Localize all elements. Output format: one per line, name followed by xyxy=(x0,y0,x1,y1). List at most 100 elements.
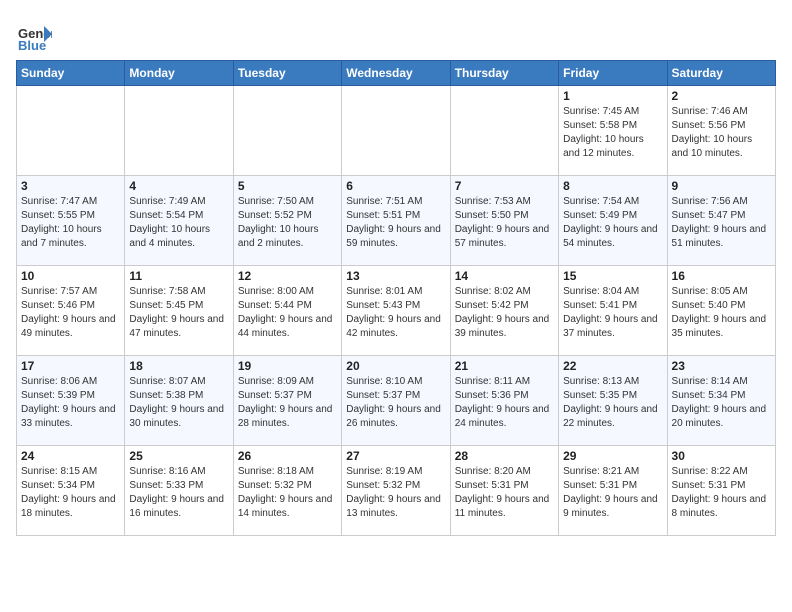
weekday-header: Thursday xyxy=(450,61,558,86)
calendar-cell: 26 Sunrise: 8:18 AM Sunset: 5:32 PM Dayli… xyxy=(233,446,341,536)
calendar-cell xyxy=(233,86,341,176)
calendar-cell: 10 Sunrise: 7:57 AM Sunset: 5:46 PM Dayli… xyxy=(17,266,125,356)
calendar-cell: 24 Sunrise: 8:15 AM Sunset: 5:34 PM Dayli… xyxy=(17,446,125,536)
weekday-header: Tuesday xyxy=(233,61,341,86)
calendar-cell: 23 Sunrise: 8:14 AM Sunset: 5:34 PM Dayli… xyxy=(667,356,775,446)
calendar-cell: 27 Sunrise: 8:19 AM Sunset: 5:32 PM Dayli… xyxy=(342,446,450,536)
calendar-cell xyxy=(17,86,125,176)
day-info: Sunrise: 8:20 AM Sunset: 5:31 PM Dayligh… xyxy=(455,465,554,521)
day-number: 19 xyxy=(238,359,337,373)
calendar-week-row: 17 Sunrise: 8:06 AM Sunset: 5:39 PM Dayli… xyxy=(17,356,776,446)
calendar-week-row: 24 Sunrise: 8:15 AM Sunset: 5:34 PM Dayli… xyxy=(17,446,776,536)
calendar-cell: 17 Sunrise: 8:06 AM Sunset: 5:39 PM Dayli… xyxy=(17,356,125,446)
day-number: 26 xyxy=(238,449,337,463)
day-number: 10 xyxy=(21,269,120,283)
day-info: Sunrise: 8:02 AM Sunset: 5:42 PM Dayligh… xyxy=(455,285,554,341)
day-number: 15 xyxy=(563,269,662,283)
calendar-cell xyxy=(125,86,233,176)
day-number: 4 xyxy=(129,179,228,193)
calendar-cell: 2Sunrise: 7:46 AM Sunset: 5:56 PM Daylig… xyxy=(667,86,775,176)
day-info: Sunrise: 8:04 AM Sunset: 5:41 PM Dayligh… xyxy=(563,285,662,341)
calendar-cell: 18Sunrise: 8:07 AM Sunset: 5:38 PM Dayli… xyxy=(125,356,233,446)
calendar-cell: 15 Sunrise: 8:04 AM Sunset: 5:41 PM Dayli… xyxy=(559,266,667,356)
weekday-header: Wednesday xyxy=(342,61,450,86)
day-number: 29 xyxy=(563,449,662,463)
calendar-table: SundayMondayTuesdayWednesdayThursdayFrid… xyxy=(16,60,776,536)
day-info: Sunrise: 7:50 AM Sunset: 5:52 PM Dayligh… xyxy=(238,195,337,251)
day-info: Sunrise: 8:15 AM Sunset: 5:34 PM Dayligh… xyxy=(21,465,120,521)
day-info: Sunrise: 7:54 AM Sunset: 5:49 PM Dayligh… xyxy=(563,195,662,251)
calendar-cell: 28 Sunrise: 8:20 AM Sunset: 5:31 PM Dayli… xyxy=(450,446,558,536)
weekday-header: Saturday xyxy=(667,61,775,86)
day-info: Sunrise: 8:05 AM Sunset: 5:40 PM Dayligh… xyxy=(672,285,771,341)
day-number: 30 xyxy=(672,449,771,463)
day-number: 18 xyxy=(129,359,228,373)
day-number: 24 xyxy=(21,449,120,463)
day-info: Sunrise: 8:11 AM Sunset: 5:36 PM Dayligh… xyxy=(455,375,554,431)
calendar-cell: 1 Sunrise: 7:45 AM Sunset: 5:58 PM Daylig… xyxy=(559,86,667,176)
calendar-cell: 7 Sunrise: 7:53 AM Sunset: 5:50 PM Daylig… xyxy=(450,176,558,266)
day-number: 23 xyxy=(672,359,771,373)
weekday-header: Monday xyxy=(125,61,233,86)
day-info: Sunrise: 8:06 AM Sunset: 5:39 PM Dayligh… xyxy=(21,375,120,431)
day-info: Sunrise: 7:56 AM Sunset: 5:47 PM Dayligh… xyxy=(672,195,771,251)
day-info: Sunrise: 8:22 AM Sunset: 5:31 PM Dayligh… xyxy=(672,465,771,521)
logo: General Blue xyxy=(16,16,52,52)
calendar-cell: 29 Sunrise: 8:21 AM Sunset: 5:31 PM Dayli… xyxy=(559,446,667,536)
day-info: Sunrise: 7:53 AM Sunset: 5:50 PM Dayligh… xyxy=(455,195,554,251)
day-number: 13 xyxy=(346,269,445,283)
calendar-cell: 13 Sunrise: 8:01 AM Sunset: 5:43 PM Dayli… xyxy=(342,266,450,356)
day-number: 7 xyxy=(455,179,554,193)
day-number: 16 xyxy=(672,269,771,283)
calendar-cell: 22 Sunrise: 8:13 AM Sunset: 5:35 PM Dayli… xyxy=(559,356,667,446)
calendar-cell: 25Sunrise: 8:16 AM Sunset: 5:33 PM Dayli… xyxy=(125,446,233,536)
day-info: Sunrise: 8:00 AM Sunset: 5:44 PM Dayligh… xyxy=(238,285,337,341)
day-info: Sunrise: 8:18 AM Sunset: 5:32 PM Dayligh… xyxy=(238,465,337,521)
logo-icon: General Blue xyxy=(16,16,52,52)
page-header: General Blue xyxy=(16,16,776,52)
calendar-cell: 14Sunrise: 8:02 AM Sunset: 5:42 PM Dayli… xyxy=(450,266,558,356)
day-info: Sunrise: 7:51 AM Sunset: 5:51 PM Dayligh… xyxy=(346,195,445,251)
day-info: Sunrise: 7:57 AM Sunset: 5:46 PM Dayligh… xyxy=(21,285,120,341)
weekday-header: Friday xyxy=(559,61,667,86)
calendar-cell: 6Sunrise: 7:51 AM Sunset: 5:51 PM Daylig… xyxy=(342,176,450,266)
day-info: Sunrise: 7:46 AM Sunset: 5:56 PM Dayligh… xyxy=(672,105,771,161)
calendar-cell: 30 Sunrise: 8:22 AM Sunset: 5:31 PM Dayli… xyxy=(667,446,775,536)
day-info: Sunrise: 8:01 AM Sunset: 5:43 PM Dayligh… xyxy=(346,285,445,341)
day-info: Sunrise: 8:14 AM Sunset: 5:34 PM Dayligh… xyxy=(672,375,771,431)
day-number: 28 xyxy=(455,449,554,463)
day-number: 11 xyxy=(129,269,228,283)
calendar-cell: 19 Sunrise: 8:09 AM Sunset: 5:37 PM Dayli… xyxy=(233,356,341,446)
day-info: Sunrise: 7:49 AM Sunset: 5:54 PM Dayligh… xyxy=(129,195,228,251)
day-info: Sunrise: 8:21 AM Sunset: 5:31 PM Dayligh… xyxy=(563,465,662,521)
day-number: 5 xyxy=(238,179,337,193)
day-number: 8 xyxy=(563,179,662,193)
calendar-cell: 5 Sunrise: 7:50 AM Sunset: 5:52 PM Daylig… xyxy=(233,176,341,266)
day-number: 27 xyxy=(346,449,445,463)
calendar-cell: 9 Sunrise: 7:56 AM Sunset: 5:47 PM Daylig… xyxy=(667,176,775,266)
day-info: Sunrise: 8:13 AM Sunset: 5:35 PM Dayligh… xyxy=(563,375,662,431)
day-number: 17 xyxy=(21,359,120,373)
calendar-week-row: 10 Sunrise: 7:57 AM Sunset: 5:46 PM Dayli… xyxy=(17,266,776,356)
calendar-cell: 16 Sunrise: 8:05 AM Sunset: 5:40 PM Dayli… xyxy=(667,266,775,356)
calendar-cell xyxy=(450,86,558,176)
day-number: 12 xyxy=(238,269,337,283)
day-info: Sunrise: 8:09 AM Sunset: 5:37 PM Dayligh… xyxy=(238,375,337,431)
day-number: 3 xyxy=(21,179,120,193)
day-info: Sunrise: 8:19 AM Sunset: 5:32 PM Dayligh… xyxy=(346,465,445,521)
day-info: Sunrise: 7:58 AM Sunset: 5:45 PM Dayligh… xyxy=(129,285,228,341)
calendar-cell: 11 Sunrise: 7:58 AM Sunset: 5:45 PM Dayli… xyxy=(125,266,233,356)
calendar-cell xyxy=(342,86,450,176)
calendar-cell: 8 Sunrise: 7:54 AM Sunset: 5:49 PM Daylig… xyxy=(559,176,667,266)
calendar-cell: 21Sunrise: 8:11 AM Sunset: 5:36 PM Dayli… xyxy=(450,356,558,446)
day-number: 1 xyxy=(563,89,662,103)
day-number: 9 xyxy=(672,179,771,193)
day-info: Sunrise: 8:16 AM Sunset: 5:33 PM Dayligh… xyxy=(129,465,228,521)
day-info: Sunrise: 7:45 AM Sunset: 5:58 PM Dayligh… xyxy=(563,105,662,161)
calendar-cell: 20Sunrise: 8:10 AM Sunset: 5:37 PM Dayli… xyxy=(342,356,450,446)
calendar-cell: 4 Sunrise: 7:49 AM Sunset: 5:54 PM Daylig… xyxy=(125,176,233,266)
calendar-cell: 12 Sunrise: 8:00 AM Sunset: 5:44 PM Dayli… xyxy=(233,266,341,356)
calendar-cell: 3Sunrise: 7:47 AM Sunset: 5:55 PM Daylig… xyxy=(17,176,125,266)
day-number: 22 xyxy=(563,359,662,373)
calendar-week-row: 3Sunrise: 7:47 AM Sunset: 5:55 PM Daylig… xyxy=(17,176,776,266)
